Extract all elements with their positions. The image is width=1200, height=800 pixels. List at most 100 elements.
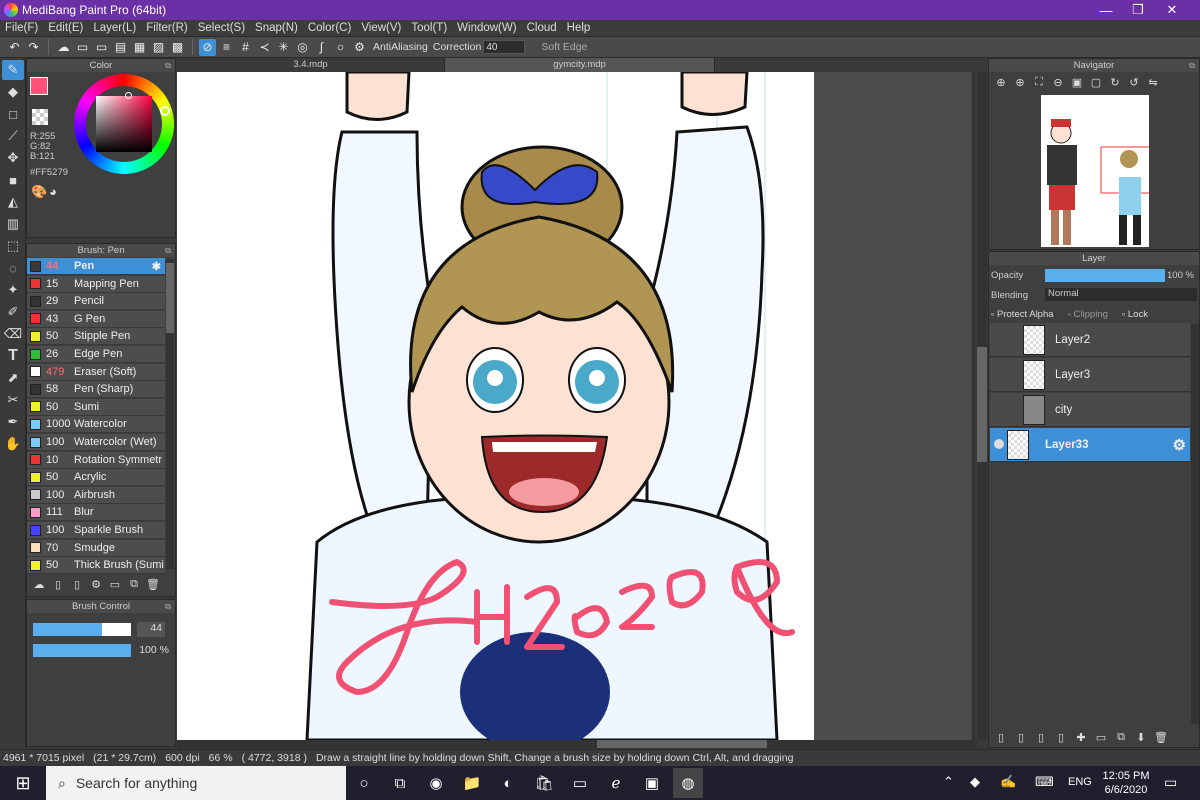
canvas-vertical-scrollbar[interactable] bbox=[972, 72, 975, 740]
tab-gymcity[interactable]: gymcity.mdp bbox=[445, 58, 715, 72]
menu-help[interactable]: Help bbox=[562, 22, 596, 34]
brush-list-scrollbar[interactable] bbox=[166, 259, 174, 569]
app-icon[interactable]: ◐ bbox=[493, 768, 523, 798]
brush-item[interactable]: 100 Airbrush bbox=[27, 486, 165, 504]
divide-tool-icon[interactable]: ✂ bbox=[2, 390, 24, 410]
antialiasing-checkbox[interactable]: AntiAliasing bbox=[373, 41, 428, 53]
canvas-area[interactable] bbox=[177, 72, 975, 740]
text-tool-icon[interactable]: T bbox=[2, 346, 24, 366]
keyboard-icon[interactable]: ⌨ bbox=[1035, 774, 1054, 790]
line-tool-icon[interactable]: ⟋ bbox=[2, 126, 24, 146]
blending-select[interactable]: Normal bbox=[1045, 288, 1197, 301]
taskbar-search[interactable]: ⌕ Search for anything bbox=[46, 766, 346, 800]
brush-item[interactable]: 44 Pen ✱ bbox=[27, 258, 165, 275]
brush-tool-icon[interactable]: ✎ bbox=[2, 60, 24, 80]
canvas-scrollbar[interactable] bbox=[977, 72, 987, 740]
brush-item[interactable]: 58 Pen (Sharp) bbox=[27, 381, 165, 399]
delete-layer-icon[interactable]: 🗑 bbox=[1153, 730, 1169, 744]
menu-filter[interactable]: Filter(R) bbox=[141, 22, 193, 34]
brush-item[interactable]: 50 Thick Brush (Sumi bbox=[27, 557, 165, 575]
new-brush-icon[interactable]: ▯ bbox=[50, 577, 66, 591]
new-1bit-layer-icon[interactable]: ▯ bbox=[1053, 730, 1069, 744]
dot-tool-icon[interactable]: □ bbox=[2, 104, 24, 124]
brush-item[interactable]: 50 Stipple Pen bbox=[27, 328, 165, 346]
new-8bit-layer-icon[interactable]: ▯ bbox=[1033, 730, 1049, 744]
popout-icon[interactable]: ⧉ bbox=[165, 600, 171, 613]
operation-tool-icon[interactable]: ⬈ bbox=[2, 368, 24, 388]
brush-size-slider[interactable] bbox=[33, 623, 131, 636]
hand-tool-icon[interactable]: ✋ bbox=[2, 434, 24, 454]
layer-row[interactable]: city bbox=[990, 393, 1190, 427]
select-pen-tool-icon[interactable]: ✐ bbox=[2, 302, 24, 322]
panel-3-icon[interactable]: ▨ bbox=[150, 39, 167, 56]
protect-alpha-checkbox[interactable]: ▫ Protect Alpha bbox=[991, 309, 1054, 320]
sv-picker-handle[interactable] bbox=[125, 92, 132, 99]
color-settings-icon[interactable]: ◕ bbox=[49, 184, 65, 200]
merge-down-icon[interactable]: ⬇ bbox=[1133, 730, 1149, 744]
layer-row[interactable]: Layer33 ⚙ bbox=[990, 428, 1190, 462]
hue-picker-handle[interactable] bbox=[160, 106, 170, 116]
snap-circle-icon[interactable]: ○ bbox=[332, 39, 349, 56]
clipping-checkbox[interactable]: ▫ Clipping bbox=[1068, 309, 1108, 320]
brush-item[interactable]: 43 G Pen bbox=[27, 310, 165, 328]
soft-edge-checkbox[interactable]: Soft Edge bbox=[541, 41, 587, 53]
language-indicator[interactable]: ENG bbox=[1068, 776, 1092, 788]
duplicate-layer-icon[interactable]: ⧉ bbox=[1113, 730, 1129, 744]
medibang-taskbar-icon[interactable]: ◍ bbox=[673, 768, 703, 798]
brush-item[interactable]: 111 Blur bbox=[27, 504, 165, 522]
layer-settings-icon[interactable]: ⚙ bbox=[1173, 436, 1186, 454]
slides-icon[interactable]: ▭ bbox=[565, 768, 595, 798]
layer-row[interactable]: Layer2 bbox=[990, 323, 1190, 357]
brush-size-value[interactable]: 44 bbox=[137, 622, 165, 637]
primary-color-swatch[interactable] bbox=[30, 77, 48, 95]
menu-select[interactable]: Select(S) bbox=[193, 22, 250, 34]
speech-bubble-icon[interactable]: ▭ bbox=[74, 39, 91, 56]
layer-scrollbar[interactable] bbox=[1191, 324, 1199, 724]
menu-snap[interactable]: Snap(N) bbox=[250, 22, 303, 34]
menu-cloud[interactable]: Cloud bbox=[522, 22, 562, 34]
file-explorer-icon[interactable]: 📁 bbox=[457, 768, 487, 798]
menu-file[interactable]: File(F) bbox=[0, 22, 43, 34]
dropbox-icon[interactable]: ◆ bbox=[970, 774, 980, 790]
add-layer-menu-icon[interactable]: ✚ bbox=[1073, 730, 1089, 744]
snap-perspective-icon[interactable]: ≺ bbox=[256, 39, 273, 56]
navigator-preview[interactable] bbox=[1041, 95, 1160, 247]
transparent-color-swatch[interactable] bbox=[32, 109, 48, 125]
popout-icon[interactable]: ⧉ bbox=[1189, 59, 1195, 72]
pen-icon[interactable]: ✍ bbox=[1000, 774, 1016, 790]
task-view-icon[interactable]: ⧉ bbox=[385, 768, 415, 798]
store-icon[interactable]: 🛍 bbox=[529, 768, 559, 798]
new-layer-icon[interactable]: ▯ bbox=[993, 730, 1009, 744]
menu-color[interactable]: Color(C) bbox=[303, 22, 356, 34]
color-palette-icon[interactable]: 🎨 bbox=[31, 184, 47, 200]
lock-checkbox[interactable]: ▫ Lock bbox=[1122, 309, 1148, 320]
panel-icon[interactable]: ▤ bbox=[112, 39, 129, 56]
zoom-out-icon[interactable]: ⊖ bbox=[1050, 75, 1066, 89]
eraser-tool-icon[interactable]: ◆ bbox=[2, 82, 24, 102]
menu-view[interactable]: View(V) bbox=[356, 22, 406, 34]
new-folder-icon[interactable]: ▭ bbox=[1093, 730, 1109, 744]
cortana-icon[interactable]: ○ bbox=[349, 768, 379, 798]
brush-item[interactable]: 50 Sumi bbox=[27, 398, 165, 416]
brush-item[interactable]: 50 Acrylic bbox=[27, 469, 165, 487]
speech-bubble-2-icon[interactable]: ▭ bbox=[93, 39, 110, 56]
brush-item[interactable]: 29 Pencil bbox=[27, 293, 165, 311]
chrome-icon[interactable]: ◉ bbox=[421, 768, 451, 798]
snap-concentric-icon[interactable]: ◎ bbox=[294, 39, 311, 56]
zoom-in-2-icon[interactable]: ⊕ bbox=[1012, 75, 1028, 89]
canvas-horizontal-scrollbar[interactable] bbox=[177, 740, 977, 748]
duplicate-icon[interactable]: ⧉ bbox=[126, 577, 142, 591]
hue-wheel[interactable] bbox=[74, 74, 174, 174]
menu-edit[interactable]: Edit(E) bbox=[43, 22, 88, 34]
close-button[interactable]: ✕ bbox=[1152, 0, 1192, 20]
brush-opacity-slider[interactable] bbox=[33, 644, 131, 657]
brush-item[interactable]: 15 Mapping Pen bbox=[27, 275, 165, 293]
new-halftone-layer-icon[interactable]: ▯ bbox=[1013, 730, 1029, 744]
edge-icon[interactable]: ℯ bbox=[601, 768, 631, 798]
notifications-icon[interactable]: ▭ bbox=[1164, 774, 1177, 791]
brush-settings-icon[interactable]: ✱ bbox=[152, 260, 161, 273]
snap-curve-icon[interactable]: ∫ bbox=[313, 39, 330, 56]
snap-off-icon[interactable]: ⊘ bbox=[199, 38, 216, 56]
tone-icon[interactable]: ▩ bbox=[169, 39, 186, 56]
brush-item[interactable]: 1000 Watercolor bbox=[27, 416, 165, 434]
